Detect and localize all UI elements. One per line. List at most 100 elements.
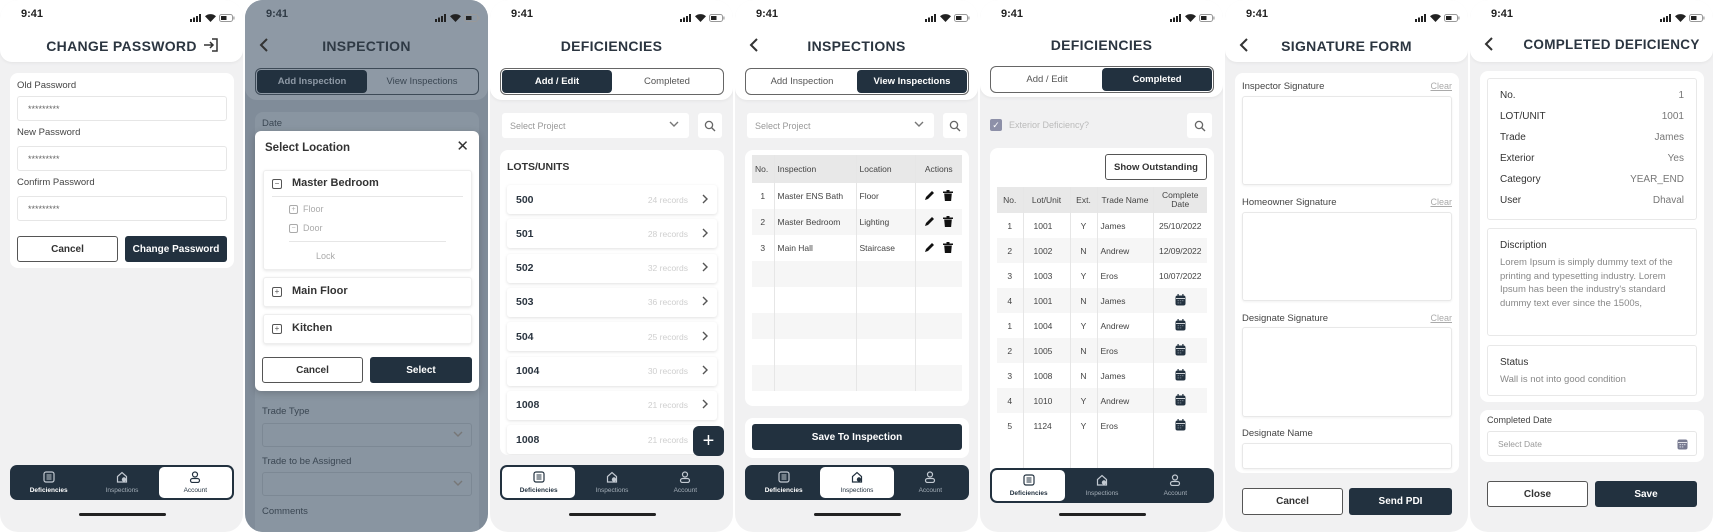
tab-add-edit[interactable]: Add / Edit: [992, 68, 1102, 91]
save-to-inspection-button[interactable]: Save To Inspection: [752, 424, 962, 450]
tab-account[interactable]: Account: [894, 467, 967, 498]
designate-signature-pad[interactable]: [1242, 327, 1452, 417]
lot-item[interactable]: 1004 30 records: [507, 356, 717, 386]
table-row[interactable]: 4 1001 N James: [997, 288, 1207, 313]
tab-view-inspections[interactable]: View Inspections: [857, 70, 967, 93]
trade-type-select[interactable]: [262, 423, 472, 447]
close-icon[interactable]: ✕: [456, 137, 469, 155]
old-password-input[interactable]: *********: [17, 96, 227, 121]
table-row[interactable]: 3 1003 Y Eros 10/07/2022: [997, 263, 1207, 288]
lot-item[interactable]: 501 28 records: [507, 219, 717, 249]
tab-inspections[interactable]: Inspections: [1065, 470, 1138, 501]
collapse-icon[interactable]: −: [272, 179, 282, 189]
tab-add-edit[interactable]: Add / Edit: [502, 70, 612, 93]
clear-homeowner-link[interactable]: Clear: [1430, 197, 1452, 207]
logout-icon[interactable]: [203, 37, 219, 53]
designate-name-input[interactable]: [1242, 443, 1452, 469]
expand-icon[interactable]: +: [272, 324, 282, 334]
tab-inspections[interactable]: Inspections: [820, 467, 894, 498]
trade-assigned-select[interactable]: [262, 472, 472, 496]
save-button[interactable]: Save: [1595, 481, 1697, 507]
homeowner-signature-pad[interactable]: [1242, 212, 1452, 301]
row-trade: James: [1097, 288, 1154, 313]
lot-item[interactable]: 503 36 records: [507, 287, 717, 317]
lot-item[interactable]: 500 24 records: [507, 185, 717, 214]
clear-inspector-link[interactable]: Clear: [1430, 81, 1452, 91]
tab-add-inspection[interactable]: Add Inspection: [257, 70, 367, 93]
tab-deficiencies[interactable]: Deficiencies: [502, 467, 576, 498]
edit-icon[interactable]: [924, 242, 935, 255]
tab-deficiencies[interactable]: Deficiencies: [992, 470, 1066, 501]
table-row[interactable]: 5 1124 Y Eros: [997, 413, 1207, 438]
lot-item[interactable]: 502 32 records: [507, 253, 717, 283]
table-row[interactable]: 2 1002 N Andrew 12/09/2022: [997, 238, 1207, 263]
location-door[interactable]: Door: [303, 223, 323, 233]
cancel-button[interactable]: Cancel: [1242, 488, 1343, 515]
calendar-icon[interactable]: [1677, 438, 1688, 450]
location-lock[interactable]: Lock: [316, 251, 335, 261]
tab-add-inspection[interactable]: Add Inspection: [747, 70, 857, 93]
tab-completed[interactable]: Completed: [1102, 68, 1212, 91]
tab-account[interactable]: Account: [1139, 470, 1212, 501]
project-select[interactable]: Select Project: [502, 113, 689, 138]
completed-date-input[interactable]: Select Date: [1487, 431, 1697, 456]
tab-completed[interactable]: Completed: [612, 70, 722, 93]
clear-designate-link[interactable]: Clear: [1430, 313, 1452, 323]
table-row[interactable]: 3 1008 N James: [997, 363, 1207, 388]
search-button[interactable]: [1187, 113, 1212, 138]
calendar-icon[interactable]: [1175, 368, 1186, 383]
add-button[interactable]: +: [693, 426, 724, 456]
table-row[interactable]: 1 1001 Y James 25/10/2022: [997, 213, 1207, 238]
row-location: Floor: [856, 183, 916, 209]
location-group-master-bedroom[interactable]: − Master Bedroom + Floor − Door Lock: [263, 170, 472, 270]
table-row[interactable]: 2 1005 N Eros: [997, 338, 1207, 363]
exterior-checkbox[interactable]: ✓: [990, 119, 1002, 131]
tab-account[interactable]: Account: [158, 467, 232, 498]
change-password-button[interactable]: Change Password: [125, 236, 227, 262]
lot-records: 36 records: [647, 297, 688, 308]
edit-icon[interactable]: [924, 216, 935, 229]
expand-icon[interactable]: +: [289, 205, 298, 214]
tab-account[interactable]: Account: [649, 467, 722, 498]
calendar-icon[interactable]: [1175, 318, 1186, 333]
close-button[interactable]: Close: [1487, 481, 1588, 507]
edit-icon[interactable]: [924, 190, 935, 203]
table-row[interactable]: 3 Main Hall Staircase: [752, 235, 962, 261]
location-floor[interactable]: Floor: [303, 204, 324, 214]
send-pdi-button[interactable]: Send PDI: [1349, 488, 1452, 515]
tab-deficiencies[interactable]: Deficiencies: [747, 467, 820, 498]
tab-inspections[interactable]: Inspections: [85, 467, 158, 498]
confirm-password-input[interactable]: *********: [17, 196, 227, 221]
select-button[interactable]: Select: [370, 357, 472, 383]
delete-icon[interactable]: [943, 241, 954, 255]
delete-icon[interactable]: [943, 215, 954, 229]
inspector-signature-pad[interactable]: [1242, 96, 1452, 185]
lot-item[interactable]: 1008 21 records: [507, 390, 717, 420]
calendar-icon[interactable]: [1175, 393, 1186, 408]
search-button[interactable]: [698, 113, 722, 138]
project-select[interactable]: Select Project: [747, 113, 934, 138]
cancel-button[interactable]: Cancel: [262, 357, 363, 383]
cancel-button[interactable]: Cancel: [17, 236, 118, 262]
calendar-icon[interactable]: [1175, 343, 1186, 358]
tab-inspections[interactable]: Inspections: [575, 467, 648, 498]
calendar-icon[interactable]: [1175, 293, 1186, 308]
tab-view-inspections[interactable]: View Inspections: [367, 70, 477, 93]
search-button[interactable]: [943, 113, 967, 138]
location-group-main-floor[interactable]: + Main Floor: [263, 277, 472, 307]
collapse-icon[interactable]: −: [289, 224, 298, 233]
detail-row: User Dhaval: [1500, 195, 1684, 206]
table-row[interactable]: 1 1004 Y Andrew: [997, 313, 1207, 338]
table-row[interactable]: 4 1010 Y Andrew: [997, 388, 1207, 413]
show-outstanding-button[interactable]: Show Outstanding: [1105, 154, 1207, 180]
table-row[interactable]: 2 Master Bedroom Lighting: [752, 209, 962, 235]
delete-icon[interactable]: [943, 189, 954, 203]
expand-icon[interactable]: +: [272, 287, 282, 297]
lot-item[interactable]: 1008 21 records: [507, 425, 717, 455]
tab-deficiencies[interactable]: Deficiencies: [12, 467, 85, 498]
location-group-kitchen[interactable]: + Kitchen: [263, 314, 472, 344]
lot-item[interactable]: 504 25 records: [507, 322, 717, 352]
table-row[interactable]: 1 Master ENS Bath Floor: [752, 183, 962, 209]
new-password-input[interactable]: *********: [17, 146, 227, 171]
calendar-icon[interactable]: [1175, 418, 1186, 433]
